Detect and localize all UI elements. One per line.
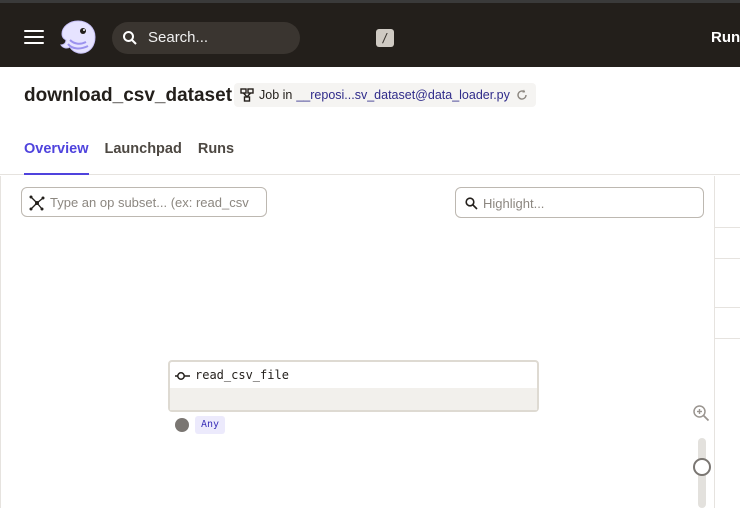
job-graph-icon bbox=[240, 88, 254, 102]
page-title: download_csv_dataset bbox=[24, 85, 233, 106]
op-icon bbox=[175, 372, 190, 380]
menu-icon[interactable] bbox=[24, 30, 44, 44]
op-name: read_csv_file bbox=[195, 368, 289, 382]
search-placeholder: Search... bbox=[148, 29, 209, 46]
op-node-read-csv-file[interactable]: read_csv_file bbox=[168, 360, 539, 412]
job-header: download_csv_dataset Job in __reposi...s… bbox=[0, 67, 740, 175]
op-node-body bbox=[170, 388, 537, 410]
search-icon bbox=[465, 197, 478, 210]
job-tabs: Overview Launchpad Runs bbox=[24, 133, 250, 175]
op-subset-input[interactable]: Type an op subset... (ex: read_csv bbox=[21, 187, 267, 217]
job-prefix-label: Job in bbox=[259, 88, 293, 102]
top-navigation-bar: Search... / Runs bbox=[0, 0, 740, 67]
op-subset-icon bbox=[29, 195, 45, 211]
op-subset-placeholder: Type an op subset... (ex: read_csv bbox=[50, 195, 249, 210]
tab-overview[interactable]: Overview bbox=[24, 133, 89, 175]
right-side-panel bbox=[714, 176, 740, 508]
panel-divider bbox=[715, 227, 740, 228]
zoom-slider-handle[interactable] bbox=[693, 458, 711, 476]
search-icon bbox=[123, 31, 137, 45]
reload-icon[interactable] bbox=[516, 89, 528, 101]
panel-divider bbox=[715, 258, 740, 259]
highlight-placeholder: Highlight... bbox=[483, 196, 545, 211]
panel-divider bbox=[715, 307, 740, 308]
output-port[interactable] bbox=[175, 418, 189, 432]
dagster-logo[interactable] bbox=[58, 18, 98, 56]
output-type-tag: Any bbox=[195, 416, 226, 434]
search-shortcut-key: / bbox=[376, 29, 394, 47]
highlight-input[interactable]: Highlight... bbox=[455, 187, 704, 218]
job-location-tag: Job in __reposi...sv_dataset@data_loader… bbox=[234, 83, 536, 107]
repository-link[interactable]: __reposi...sv_dataset@data_loader.py bbox=[296, 88, 510, 102]
op-graph-canvas[interactable]: Type an op subset... (ex: read_csv Highl… bbox=[0, 176, 714, 508]
search-bar[interactable]: Search... / bbox=[112, 22, 394, 54]
panel-divider bbox=[715, 338, 740, 339]
tab-runs[interactable]: Runs bbox=[198, 133, 234, 175]
nav-runs-link[interactable]: Runs bbox=[711, 29, 740, 46]
tab-launchpad[interactable]: Launchpad bbox=[105, 133, 182, 175]
zoom-in-icon[interactable] bbox=[692, 404, 710, 422]
